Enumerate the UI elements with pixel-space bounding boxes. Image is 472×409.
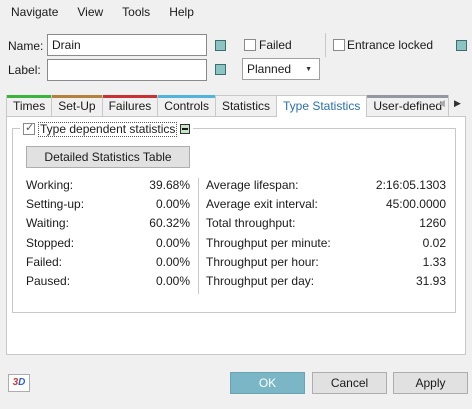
name-attribute-icon[interactable]	[215, 40, 226, 51]
menu-help[interactable]: Help	[162, 2, 201, 22]
stat-value: 60.32%	[149, 216, 190, 230]
stat-label: Throughput per minute:	[206, 236, 331, 250]
stat-value: 0.00%	[155, 255, 190, 269]
menu-navigate[interactable]: Navigate	[4, 2, 65, 22]
stat-value: 0.00%	[155, 236, 190, 250]
stat-value: 0.00%	[155, 274, 190, 288]
stat-value: 0.02	[422, 236, 446, 250]
failed-label: Failed	[259, 38, 292, 52]
stat-label: Total throughput:	[206, 216, 296, 230]
menu-view[interactable]: View	[70, 2, 110, 22]
separator	[325, 33, 326, 57]
apply-button[interactable]: Apply	[393, 372, 468, 394]
tab-scroll-left-icon[interactable]: ◀	[438, 98, 445, 109]
stat-label: Failed:	[26, 255, 63, 269]
entrance-locked-label: Entrance locked	[347, 38, 434, 52]
entrance-locked-checkbox[interactable]	[333, 39, 345, 51]
stat-label: Working:	[26, 178, 74, 192]
stat-value: 0.00%	[155, 197, 190, 211]
cancel-button[interactable]: Cancel	[312, 372, 387, 394]
tab-controls[interactable]: Controls	[157, 95, 216, 116]
stat-label: Average exit interval:	[206, 197, 318, 211]
stat-label: Stopped:	[26, 236, 75, 250]
stat-value: 1.33	[422, 255, 446, 269]
group-legend[interactable]: Type dependent statistics	[20, 121, 194, 137]
tab-user-defined[interactable]: User-defined	[366, 95, 450, 116]
tab-failures[interactable]: Failures	[101, 95, 159, 116]
detailed-statistics-table-button[interactable]: Detailed Statistics Table	[26, 146, 190, 168]
stat-label: Waiting:	[26, 216, 69, 230]
failed-checkbox[interactable]	[244, 39, 256, 51]
stat-label: Throughput per day:	[206, 274, 315, 288]
menu-bar: Navigate View Tools Help	[0, 0, 472, 24]
name-input[interactable]: Drain	[47, 34, 207, 56]
tab-times[interactable]: Times	[6, 95, 53, 116]
entrance-locked-attribute-icon[interactable]	[456, 40, 467, 51]
stat-label: Throughput per hour:	[206, 255, 319, 269]
stat-label: Setting-up:	[26, 197, 85, 211]
menu-tools[interactable]: Tools	[115, 2, 157, 22]
tab-type-statistics[interactable]: Type Statistics	[275, 95, 368, 117]
stats-divider	[198, 178, 199, 294]
name-label: Name:	[8, 39, 44, 53]
tab-statistics[interactable]: Statistics	[214, 95, 277, 116]
tab-scroll-right-icon[interactable]: ▶	[454, 98, 461, 109]
tab-set-up[interactable]: Set-Up	[51, 95, 103, 116]
planned-dropdown[interactable]: Planned ▼	[242, 58, 320, 80]
stat-value: 2:16:05.1303	[375, 178, 446, 192]
chevron-down-icon: ▼	[305, 66, 312, 73]
3d-icon[interactable]: 3D	[8, 374, 30, 392]
stat-label: Paused:	[26, 274, 71, 288]
stat-value: 39.68%	[149, 178, 190, 192]
tab-strip: Times Set-Up Failures Controls Statistic…	[6, 95, 450, 117]
stat-value: 45:00.0000	[385, 197, 446, 211]
stat-value: 31.93	[415, 274, 446, 288]
stat-label: Average lifespan:	[206, 178, 299, 192]
type-dependent-statistics-checkbox[interactable]	[23, 121, 35, 135]
group-legend-label: Type dependent statistics	[38, 121, 178, 137]
label-label: Label:	[8, 63, 41, 77]
ok-button[interactable]: OK	[230, 372, 305, 394]
stat-value: 1260	[419, 216, 446, 230]
label-input[interactable]	[47, 59, 207, 81]
planned-value: Planned	[247, 62, 292, 76]
label-attribute-icon[interactable]	[215, 64, 226, 75]
minus-icon[interactable]	[180, 124, 191, 134]
